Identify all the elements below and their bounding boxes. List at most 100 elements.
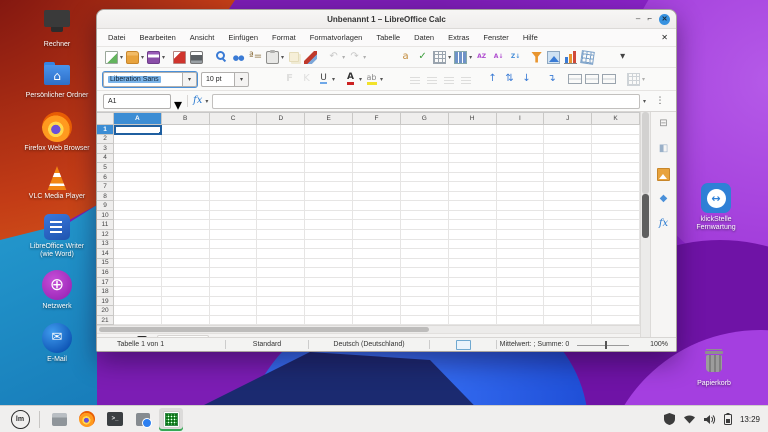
cell-B18[interactable] [162, 287, 210, 297]
language-field[interactable]: Deutsch (Deutschland) [309, 338, 429, 351]
cell-I2[interactable] [497, 135, 545, 145]
cell-A7[interactable] [114, 182, 162, 192]
column-header-H[interactable]: H [449, 113, 497, 125]
cell-C14[interactable] [210, 249, 258, 259]
print-icon[interactable] [189, 49, 204, 65]
cell-J12[interactable] [544, 230, 592, 240]
cell-G9[interactable] [401, 201, 449, 211]
font-name-dropdown[interactable]: ▾ [183, 72, 197, 87]
cell-K10[interactable] [592, 211, 640, 221]
cell-H16[interactable] [449, 268, 497, 278]
cell-I12[interactable] [497, 230, 545, 240]
row-header-12[interactable]: 12 [97, 230, 114, 240]
cell-A6[interactable] [114, 173, 162, 183]
volume-icon[interactable] [704, 414, 716, 425]
zoom-slider[interactable] [572, 338, 634, 351]
cell-B15[interactable] [162, 259, 210, 269]
cell-K11[interactable] [592, 220, 640, 230]
row-header-17[interactable]: 17 [97, 278, 114, 288]
cell-E14[interactable] [305, 249, 353, 259]
cell-G19[interactable] [401, 297, 449, 307]
open-dropdown[interactable]: ▾ [141, 54, 144, 61]
cell-G1[interactable] [401, 125, 449, 135]
row-header-7[interactable]: 7 [97, 182, 114, 192]
files-app-button[interactable] [47, 408, 71, 431]
cell-F3[interactable] [353, 144, 401, 154]
cell-A14[interactable] [114, 249, 162, 259]
cell-K8[interactable] [592, 192, 640, 202]
cell-J4[interactable] [544, 154, 592, 164]
cell-A19[interactable] [114, 297, 162, 307]
open-icon[interactable] [125, 49, 140, 65]
cell-B21[interactable] [162, 316, 210, 325]
cell-G12[interactable] [401, 230, 449, 240]
cell-F8[interactable] [353, 192, 401, 202]
cell-A10[interactable] [114, 211, 162, 221]
cell-H18[interactable] [449, 287, 497, 297]
cell-G3[interactable] [401, 144, 449, 154]
menu-einfgen[interactable]: Einfügen [221, 31, 265, 44]
cell-H20[interactable] [449, 306, 497, 316]
cell-I8[interactable] [497, 192, 545, 202]
cell-H5[interactable] [449, 163, 497, 173]
cell-J16[interactable] [544, 268, 592, 278]
expand-formula-bar[interactable]: ▾ [643, 98, 646, 105]
battery-icon[interactable] [724, 413, 732, 425]
cell-E10[interactable] [305, 211, 353, 221]
cell-B7[interactable] [162, 182, 210, 192]
cell-G21[interactable] [401, 316, 449, 325]
cell-A9[interactable] [114, 201, 162, 211]
cell-E21[interactable] [305, 316, 353, 325]
cell-C10[interactable] [210, 211, 258, 221]
wrap-text-icon[interactable]: ↴ [544, 71, 559, 87]
cell-D13[interactable] [257, 240, 305, 250]
font-size-input[interactable]: 10 pt [201, 72, 235, 87]
column-header-B[interactable]: B [162, 113, 210, 125]
cell-B5[interactable] [162, 163, 210, 173]
cell-I6[interactable] [497, 173, 545, 183]
row-header-11[interactable]: 11 [97, 220, 114, 230]
cell-C13[interactable] [210, 240, 258, 250]
insert-chart-icon[interactable] [563, 49, 578, 65]
save-dropdown[interactable]: ▾ [162, 54, 165, 61]
cell-F16[interactable] [353, 268, 401, 278]
cell-J14[interactable] [544, 249, 592, 259]
row-header-2[interactable]: 2 [97, 135, 114, 145]
merge-center-icon[interactable] [584, 71, 599, 87]
cell-I1[interactable] [497, 125, 545, 135]
menu-hilfe[interactable]: Hilfe [516, 31, 545, 44]
underline-dropdown[interactable]: ▾ [332, 76, 335, 83]
cell-C15[interactable] [210, 259, 258, 269]
cell-F13[interactable] [353, 240, 401, 250]
cell-G2[interactable] [401, 135, 449, 145]
cell-H10[interactable] [449, 211, 497, 221]
row-header-16[interactable]: 16 [97, 268, 114, 278]
restore-button[interactable]: ⌐ [647, 15, 652, 23]
font-color-dropdown[interactable]: ▾ [359, 76, 362, 83]
cell-G4[interactable] [401, 154, 449, 164]
function-dropdown[interactable]: ▾ [205, 98, 208, 105]
a-equals-icon[interactable]: ª= [248, 49, 263, 65]
cell-I16[interactable] [497, 268, 545, 278]
cell-E13[interactable] [305, 240, 353, 250]
cell-E1[interactable] [305, 125, 353, 135]
column-header-A[interactable]: A [114, 113, 162, 125]
undo-dropdown[interactable]: ▾ [342, 54, 345, 61]
gallery-icon[interactable] [656, 166, 671, 182]
cell-D9[interactable] [257, 201, 305, 211]
cell-F5[interactable] [353, 163, 401, 173]
column-icon[interactable] [453, 49, 468, 65]
cell-H19[interactable] [449, 297, 497, 307]
vlc-icon[interactable]: VLC Media Player [24, 163, 90, 201]
rings-icon[interactable] [231, 49, 246, 65]
new-document-icon[interactable] [104, 49, 119, 65]
cell-J1[interactable] [544, 125, 592, 135]
cell-C18[interactable] [210, 287, 258, 297]
row-header-15[interactable]: 15 [97, 259, 114, 269]
cell-D6[interactable] [257, 173, 305, 183]
menu-format[interactable]: Format [265, 31, 303, 44]
cell-K9[interactable] [592, 201, 640, 211]
cell-F9[interactable] [353, 201, 401, 211]
cell-A5[interactable] [114, 163, 162, 173]
cell-D10[interactable] [257, 211, 305, 221]
